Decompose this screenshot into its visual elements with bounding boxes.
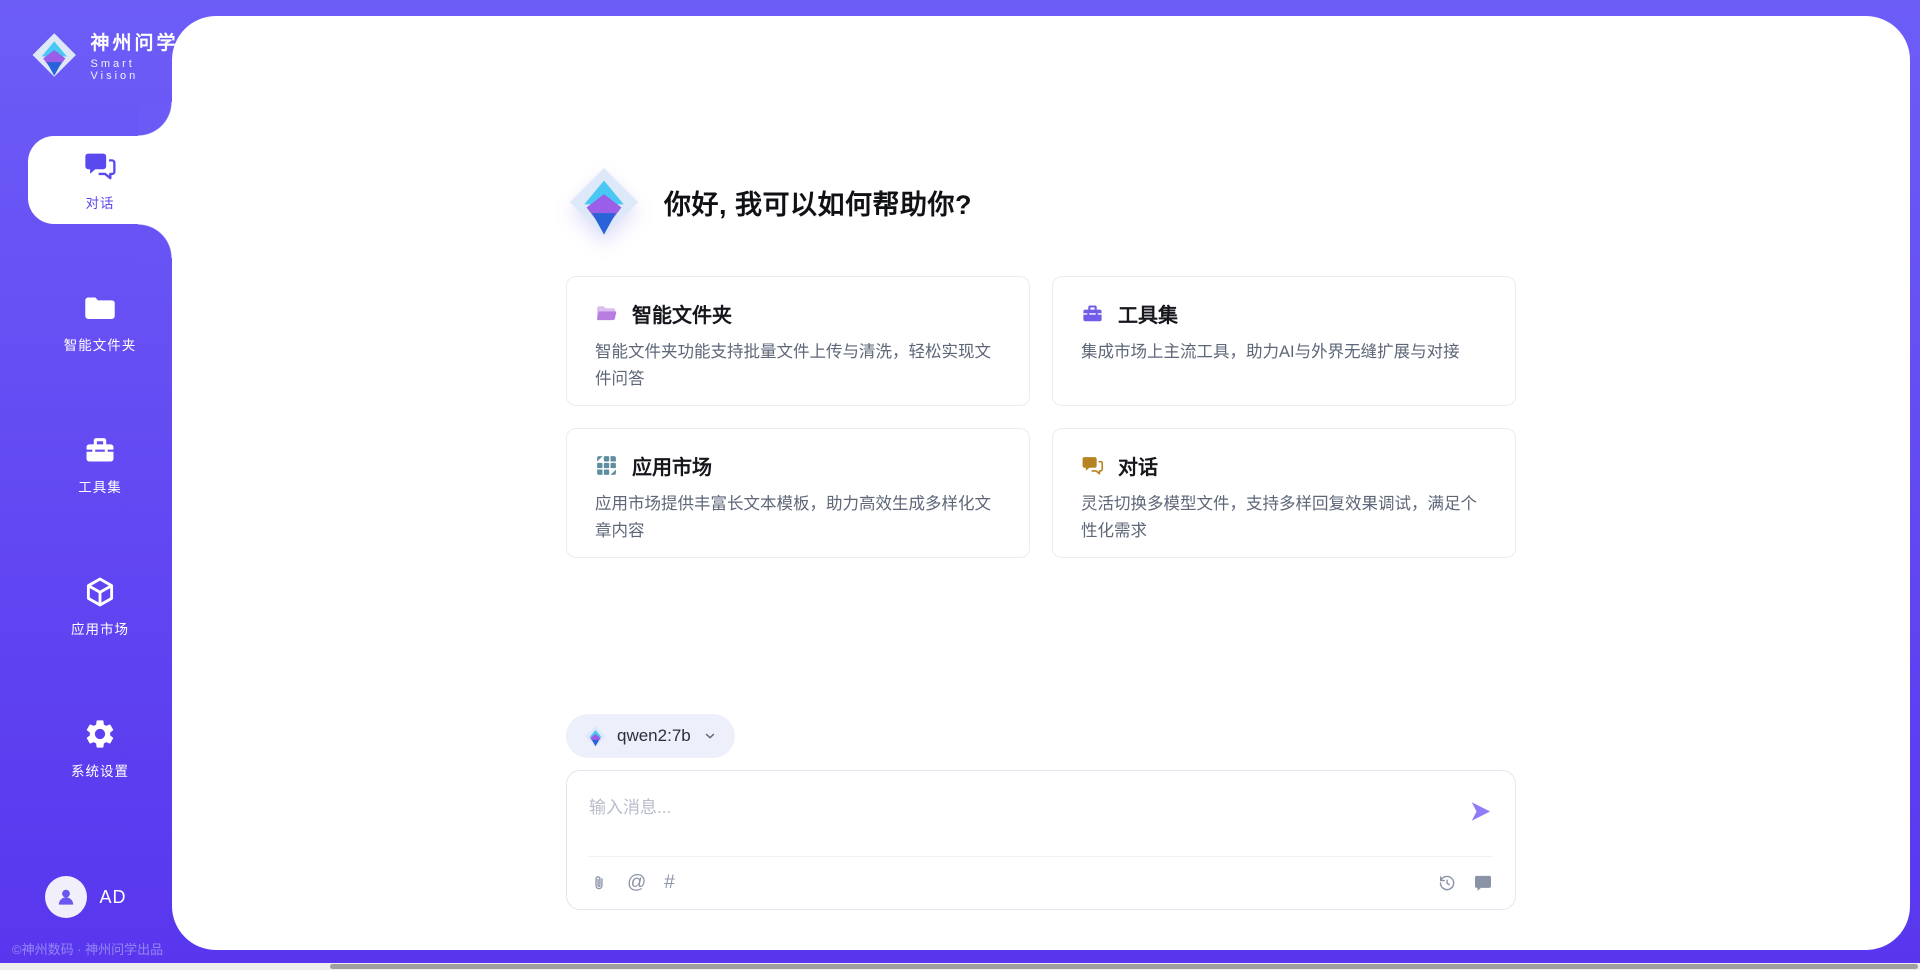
assistant-gem-icon bbox=[566, 164, 642, 240]
model-selector[interactable]: qwen2:7b bbox=[566, 714, 735, 758]
chat-bubbles-icon bbox=[83, 149, 117, 183]
person-icon bbox=[54, 885, 78, 909]
main-panel: 你好, 我可以如何帮助你? 智能文件夹 智能文件夹功能支持批量文件上传与清洗，轻… bbox=[172, 16, 1910, 950]
folder-icon bbox=[83, 291, 117, 325]
scrollbar-thumb[interactable] bbox=[330, 964, 1918, 969]
gear-icon bbox=[83, 717, 117, 751]
grid-icon bbox=[595, 454, 618, 477]
card-smart-folder[interactable]: 智能文件夹 智能文件夹功能支持批量文件上传与清洗，轻松实现文件问答 bbox=[566, 276, 1030, 406]
card-description: 灵活切换多模型文件，支持多样回复效果调试，满足个性化需求 bbox=[1081, 491, 1485, 545]
message-input[interactable] bbox=[589, 796, 1468, 820]
cube-icon bbox=[83, 575, 117, 609]
sidebar-item-label: 应用市场 bbox=[71, 618, 129, 638]
greeting-block: 你好, 我可以如何帮助你? bbox=[566, 164, 1516, 240]
message-input-box: @ # bbox=[566, 770, 1516, 910]
send-icon[interactable] bbox=[1468, 799, 1493, 824]
copyright-footer: ©神州数码 · 神州问学出品 bbox=[12, 939, 172, 958]
card-description: 集成市场上主流工具，助力AI与外界无缝扩展与对接 bbox=[1081, 339, 1485, 366]
sidebar-item-label: 系统设置 bbox=[71, 760, 129, 780]
avatar bbox=[45, 876, 87, 918]
composer: qwen2:7b @ # bbox=[566, 714, 1516, 910]
sidebar-item-settings[interactable]: 系统设置 bbox=[28, 704, 172, 792]
card-app-market[interactable]: 应用市场 应用市场提供丰富长文本模板，助力高效生成多样化文章内容 bbox=[566, 428, 1030, 558]
feature-cards: 智能文件夹 智能文件夹功能支持批量文件上传与清洗，轻松实现文件问答 工具集 集成… bbox=[566, 276, 1516, 558]
card-title: 工具集 bbox=[1118, 299, 1178, 328]
card-description: 应用市场提供丰富长文本模板，助力高效生成多样化文章内容 bbox=[595, 491, 999, 545]
sidebar-item-label: 工具集 bbox=[78, 476, 122, 496]
card-chat[interactable]: 对话 灵活切换多模型文件，支持多样回复效果调试，满足个性化需求 bbox=[1052, 428, 1516, 558]
briefcase-icon bbox=[83, 433, 117, 467]
paperclip-icon[interactable] bbox=[589, 873, 609, 893]
card-title: 智能文件夹 bbox=[632, 299, 732, 328]
sidebar-item-label: 对话 bbox=[86, 192, 115, 212]
model-gem-icon bbox=[584, 725, 607, 748]
greeting-text: 你好, 我可以如何帮助你? bbox=[664, 183, 972, 222]
brand-name: 神州问学 bbox=[90, 28, 182, 55]
horizontal-scrollbar[interactable] bbox=[0, 963, 1920, 970]
user-initials: AD bbox=[99, 887, 126, 908]
chat-bubbles-icon bbox=[1081, 454, 1104, 477]
main-content: 你好, 我可以如何帮助你? 智能文件夹 智能文件夹功能支持批量文件上传与清洗，轻… bbox=[566, 16, 1516, 950]
user-profile[interactable]: AD bbox=[0, 876, 172, 918]
model-name: qwen2:7b bbox=[617, 726, 691, 746]
card-toolkit[interactable]: 工具集 集成市场上主流工具，助力AI与外界无缝扩展与对接 bbox=[1052, 276, 1516, 406]
brand: 神州问学 Smart Vision bbox=[30, 28, 182, 82]
folder-open-icon bbox=[595, 302, 618, 325]
sidebar-item-chat[interactable]: 对话 bbox=[28, 136, 172, 224]
app-window: 神州问学 Smart Vision 对话 智能文件夹 工具集 应用市场 bbox=[0, 0, 1920, 970]
brand-gem-icon bbox=[30, 29, 78, 81]
brand-subtitle: Smart Vision bbox=[90, 58, 182, 82]
sidebar-item-toolkit[interactable]: 工具集 bbox=[28, 420, 172, 508]
card-description: 智能文件夹功能支持批量文件上传与清洗，轻松实现文件问答 bbox=[595, 339, 999, 393]
composer-toolbar: @ # bbox=[589, 857, 1493, 909]
history-icon[interactable] bbox=[1437, 873, 1457, 893]
sidebar-item-smart-folder[interactable]: 智能文件夹 bbox=[28, 278, 172, 366]
message-icon[interactable] bbox=[1473, 873, 1493, 893]
sidebar-item-label: 智能文件夹 bbox=[64, 334, 137, 354]
hash-icon[interactable]: # bbox=[664, 873, 675, 893]
briefcase-icon bbox=[1081, 302, 1104, 325]
at-icon[interactable]: @ bbox=[627, 873, 646, 893]
sidebar-item-app-market[interactable]: 应用市场 bbox=[28, 562, 172, 650]
card-title: 应用市场 bbox=[632, 451, 712, 480]
sidebar: 神州问学 Smart Vision 对话 智能文件夹 工具集 应用市场 bbox=[0, 0, 172, 970]
sidebar-nav: 对话 智能文件夹 工具集 应用市场 系统设置 bbox=[0, 136, 172, 792]
chevron-down-icon bbox=[703, 729, 717, 743]
card-title: 对话 bbox=[1118, 451, 1158, 480]
